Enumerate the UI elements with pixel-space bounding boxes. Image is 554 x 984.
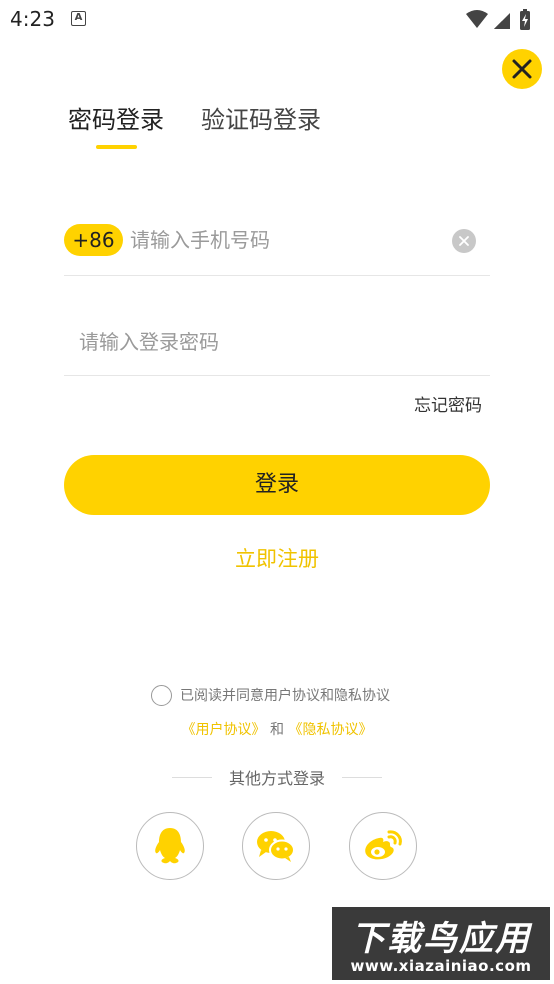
forgot-password-link[interactable]: 忘记密码 <box>414 391 482 416</box>
wechat-icon <box>257 831 295 862</box>
agreement-checkbox[interactable] <box>151 684 172 706</box>
register-link[interactable]: 立即注册 <box>0 543 554 573</box>
phone-input[interactable] <box>130 224 440 256</box>
agreement-row: 已阅读并同意用户协议和隐私协议 <box>151 684 390 706</box>
tab-code-login[interactable]: 验证码登录 <box>201 100 321 135</box>
other-login-label: 其他方式登录 <box>228 769 325 788</box>
active-tab-indicator <box>96 145 137 149</box>
wechat-login-button[interactable] <box>242 812 310 880</box>
country-code-button[interactable]: +86 <box>64 224 123 256</box>
password-input[interactable] <box>79 326 469 358</box>
phone-field-row: +86 <box>64 214 490 276</box>
user-agreement-link[interactable]: 《用户协议》 <box>182 722 266 738</box>
weibo-icon <box>365 830 402 860</box>
battery-icon <box>520 9 530 30</box>
clear-icon <box>459 236 469 246</box>
watermark-url: www.xiazainiao.com <box>350 957 532 975</box>
weibo-login-button[interactable] <box>349 812 417 880</box>
qq-icon <box>155 828 185 864</box>
watermark-title: 下载鸟应用 <box>351 919 531 959</box>
clear-phone-button[interactable] <box>452 229 476 253</box>
agreement-text: 已阅读并同意用户协议和隐私协议 <box>180 688 390 704</box>
status-bar: 4:23 A <box>0 0 554 40</box>
close-button[interactable] <box>502 49 542 89</box>
privacy-agreement-link[interactable]: 《隐私协议》 <box>288 722 372 738</box>
other-login-divider: 其他方式登录 <box>172 766 382 788</box>
tab-password-login[interactable]: 密码登录 <box>68 100 164 135</box>
divider-line-left <box>172 776 212 778</box>
agreement-and: 和 <box>270 722 284 738</box>
login-button[interactable]: 登录 <box>64 455 490 515</box>
status-time: 4:23 <box>10 7 55 31</box>
qq-login-button[interactable] <box>136 812 204 880</box>
divider-line-right <box>341 776 382 778</box>
agreement-links: 《用户协议》 和 《隐私协议》 <box>0 719 554 739</box>
close-icon <box>512 59 532 79</box>
watermark: 下载鸟应用 www.xiazainiao.com <box>332 907 550 980</box>
password-field-row <box>64 314 490 376</box>
status-icons <box>466 9 530 30</box>
notification-icon: A <box>71 11 86 26</box>
wifi-icon <box>466 10 488 28</box>
